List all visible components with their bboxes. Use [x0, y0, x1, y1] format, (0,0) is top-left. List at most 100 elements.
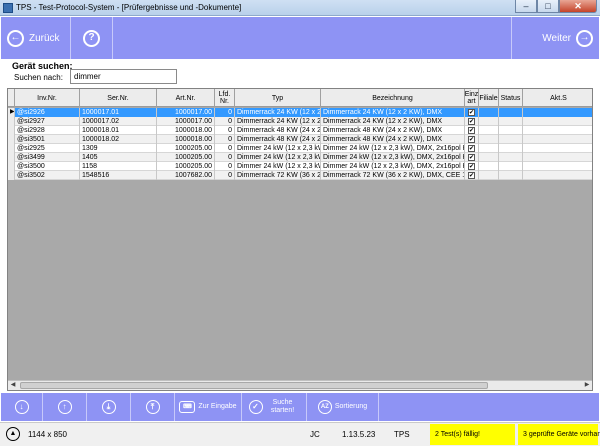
search-start-label: Suche starten!: [270, 399, 295, 414]
single-item-checkbox[interactable]: ✔: [465, 144, 479, 153]
row-indicator: [8, 162, 15, 171]
minimize-icon[interactable]: –: [515, 0, 537, 13]
search-start-button[interactable]: ✓ Suche starten!: [242, 393, 307, 421]
table-cell: 0: [215, 117, 235, 126]
row-indicator: [8, 117, 15, 126]
column-header[interactable]: Typ: [235, 89, 321, 107]
table-cell: Dimmerrack 48 KW (24 x 2: [237, 135, 321, 144]
table-row[interactable]: @si2927 1000017.02 1000017.00 0 Dimmerrack 2…: [8, 117, 592, 126]
row-indicator-header: [8, 89, 15, 107]
table-cell: [523, 108, 592, 117]
up-triangle-icon[interactable]: ▲: [6, 427, 20, 441]
zur-eingabe-button[interactable]: ⌨ Zur Eingabe: [175, 393, 242, 421]
table-row[interactable]: @si3500 1158 1000205.00 0 Dimmer 24 kW (12 x…: [8, 162, 592, 171]
column-header[interactable]: Akt.S: [523, 89, 592, 107]
status-app: TPS: [394, 430, 410, 439]
checkmark-icon: ✓: [248, 400, 263, 414]
zur-eingabe-label: Zur Eingabe: [198, 403, 237, 410]
table-cell: 0: [215, 153, 235, 162]
top-toolbar: ← Zurück ? Weiter →: [1, 17, 599, 59]
checkmark-icon: ✔: [468, 163, 475, 170]
table-cell: [499, 108, 523, 117]
table-cell: 1000205.00: [157, 153, 215, 162]
single-item-checkbox[interactable]: ✔: [465, 153, 479, 162]
row-indicator: ▶: [8, 108, 15, 117]
last-record-button[interactable]: ⤓: [87, 393, 131, 421]
search-label: Suchen nach:: [14, 73, 63, 82]
table-cell: 1000018.01: [80, 126, 157, 135]
status-checked-devices: 3 geprüfte Geräte vorhanden.: [518, 424, 600, 445]
table-cell: 1000205.00: [157, 162, 215, 171]
column-header[interactable]: Ser.Nr.: [80, 89, 157, 107]
single-item-checkbox[interactable]: ✔: [465, 171, 479, 180]
checkmark-icon: ✔: [468, 172, 475, 179]
scroll-right-icon[interactable]: ▶: [582, 381, 592, 390]
table-cell: Dimmer 24 kW (12 x 2,3 kW), DMX, 2x16pol…: [323, 144, 465, 153]
back-button-label: Zurück: [29, 32, 60, 44]
table-cell: @si3502: [15, 171, 80, 180]
table-row[interactable]: @si3499 1405 1000205.00 0 Dimmer 24 kW (12 x…: [8, 153, 592, 162]
table-row[interactable]: @si3501 1000018.02 1000018.00 0 Dimmerrack 4…: [8, 135, 592, 144]
maximize-icon[interactable]: □: [537, 0, 559, 13]
arrow-right-icon: →: [576, 29, 593, 47]
table-cell: Dimmer 24 kW (12 x 2,3 kW: [237, 162, 321, 171]
table-cell: [523, 117, 592, 126]
table-cell: [523, 153, 592, 162]
keyboard-icon: ⌨: [179, 401, 196, 413]
column-header[interactable]: Filiale: [479, 89, 499, 107]
single-item-checkbox[interactable]: ✔: [465, 162, 479, 171]
first-record-button[interactable]: ⤒: [131, 393, 175, 421]
table-row[interactable]: @si2928 1000018.01 1000018.00 0 Dimmerrack 4…: [8, 126, 592, 135]
column-header[interactable]: Einz art: [465, 89, 479, 107]
column-header[interactable]: Lfd. Nr.: [215, 89, 235, 107]
column-header[interactable]: Art.Nr.: [157, 89, 215, 107]
table-cell: [479, 162, 499, 171]
table-row[interactable]: @si3502 1548516 1007682.00 0 Dimmerrack 72 K…: [8, 171, 592, 180]
table-cell: @si3500: [15, 162, 80, 171]
device-table[interactable]: Inv.Nr. Ser.Nr. Art.Nr. Lfd. Nr. Typ Bezeichn…: [7, 88, 593, 391]
column-header[interactable]: Bezeichnung: [321, 89, 465, 107]
row-indicator: [8, 126, 15, 135]
checkmark-icon: ✔: [468, 118, 475, 125]
previous-record-button[interactable]: ↑: [43, 393, 87, 421]
table-cell: [523, 162, 592, 171]
table-cell: [499, 171, 523, 180]
table-cell: 1000017.00: [157, 108, 215, 117]
table-cell: [499, 153, 523, 162]
table-cell: Dimmerrack 24 KW (12 x 2: [237, 117, 321, 126]
close-icon[interactable]: ✕: [559, 0, 597, 13]
table-cell: @si3499: [15, 153, 80, 162]
table-cell: 0: [215, 162, 235, 171]
arrow-left-icon: ←: [7, 29, 24, 47]
status-version: 1.13.5.23: [342, 430, 376, 439]
table-cell: [523, 126, 592, 135]
window-titlebar: TPS - Test-Protocol-System - [Prüfergebn…: [0, 0, 600, 16]
single-item-checkbox[interactable]: ✔: [465, 117, 479, 126]
search-input[interactable]: [70, 69, 177, 84]
table-cell: @si2927: [15, 117, 80, 126]
search-heading: Gerät suchen:: [12, 61, 73, 71]
table-cell: [499, 162, 523, 171]
column-header[interactable]: Inv.Nr.: [15, 89, 80, 107]
single-item-checkbox[interactable]: ✔: [465, 126, 479, 135]
back-button[interactable]: ← Zurück: [1, 17, 71, 59]
column-header[interactable]: Status: [499, 89, 523, 107]
horizontal-scrollbar[interactable]: ◀ ▶: [8, 380, 592, 390]
checkmark-icon: ✔: [468, 145, 475, 152]
scrollbar-thumb[interactable]: [20, 382, 488, 389]
table-cell: 1548516: [80, 171, 157, 180]
table-cell: Dimmerrack 24 KW (12 x 2: [235, 108, 321, 117]
next-button[interactable]: Weiter →: [511, 17, 599, 59]
sort-button[interactable]: AZ Sortierung: [307, 393, 379, 421]
window-controls: – □ ✕: [515, 0, 597, 14]
next-record-button[interactable]: ↓: [1, 393, 43, 421]
table-cell: 1000018.00: [157, 126, 215, 135]
table-row[interactable]: ▶ @si2926 1000017.01 1000017.00 0 Dimmerrack …: [8, 108, 592, 117]
table-row[interactable]: @si2925 1309 1000205.00 0 Dimmer 24 kW (12 x…: [8, 144, 592, 153]
single-item-checkbox[interactable]: ✔: [465, 135, 479, 144]
scroll-left-icon[interactable]: ◀: [8, 381, 18, 390]
help-button[interactable]: ?: [71, 17, 113, 59]
single-item-checkbox[interactable]: ✔: [465, 108, 479, 117]
table-cell: [479, 171, 499, 180]
table-cell: [523, 135, 592, 144]
